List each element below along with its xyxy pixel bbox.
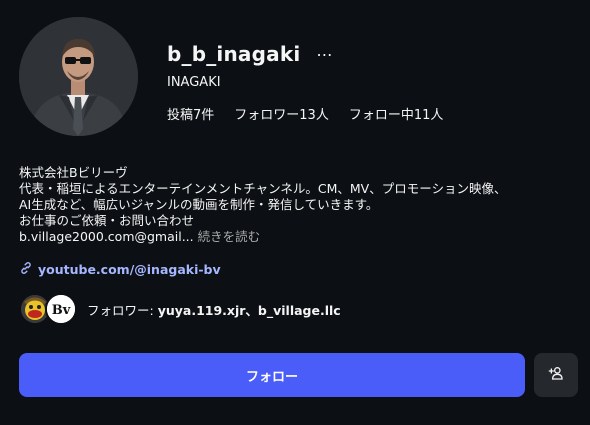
link-icon xyxy=(19,261,33,278)
followers-count[interactable]: フォロワー13人 xyxy=(234,104,329,123)
profile-stats: 投稿7件 フォロワー13人 フォロー中11人 xyxy=(167,104,443,123)
bio-email: b.village2000.com@gmail... xyxy=(19,229,194,244)
suggested-accounts-button[interactable] xyxy=(534,353,578,397)
external-link[interactable]: youtube.com/@inagaki-bv xyxy=(19,261,221,278)
bio-line: AI生成など、幅広いジャンルの動画を制作・発信していきます。 xyxy=(19,197,379,212)
profile-avatar[interactable] xyxy=(19,17,138,136)
followed-by-text: フォロワー: yuya.119.xjr、b_village.llc xyxy=(87,300,341,319)
bv-logo-text: Bv xyxy=(52,303,71,318)
follow-button[interactable]: フォロー xyxy=(19,353,525,397)
bio-line: 代表・稲垣によるエンターテインメントチャンネル。CM、MV、プロモーション映像、 xyxy=(19,181,507,196)
bio-line: 株式会社Bビリーヴ xyxy=(19,165,128,180)
follower-avatars: Bv xyxy=(19,293,81,325)
more-options-icon[interactable]: … xyxy=(312,43,337,59)
following-count[interactable]: フォロー中11人 xyxy=(349,104,444,123)
followed-by[interactable]: Bv フォロワー: yuya.119.xjr、b_village.llc xyxy=(19,293,341,325)
external-link-text: youtube.com/@inagaki-bv xyxy=(38,262,221,277)
bio-line: お仕事のご依頼・お問い合わせ xyxy=(19,213,195,228)
profile-bio: 株式会社Bビリーヴ 代表・稲垣によるエンターテインメントチャンネル。CM、MV、… xyxy=(19,165,579,245)
followed-by-names: yuya.119.xjr、b_village.llc xyxy=(157,302,341,318)
follower-avatar-bv: Bv xyxy=(45,293,77,325)
posts-count: 投稿7件 xyxy=(167,108,215,123)
read-more-link[interactable]: 続きを読む xyxy=(198,229,261,244)
profile-username: b_b_inagaki xyxy=(167,42,301,66)
bio-email-line: b.village2000.com@gmail... 続きを読む xyxy=(19,229,579,245)
add-person-icon xyxy=(548,365,564,385)
profile-full-name: INAGAKI xyxy=(167,75,221,90)
followed-by-prefix: フォロワー: xyxy=(87,302,158,318)
